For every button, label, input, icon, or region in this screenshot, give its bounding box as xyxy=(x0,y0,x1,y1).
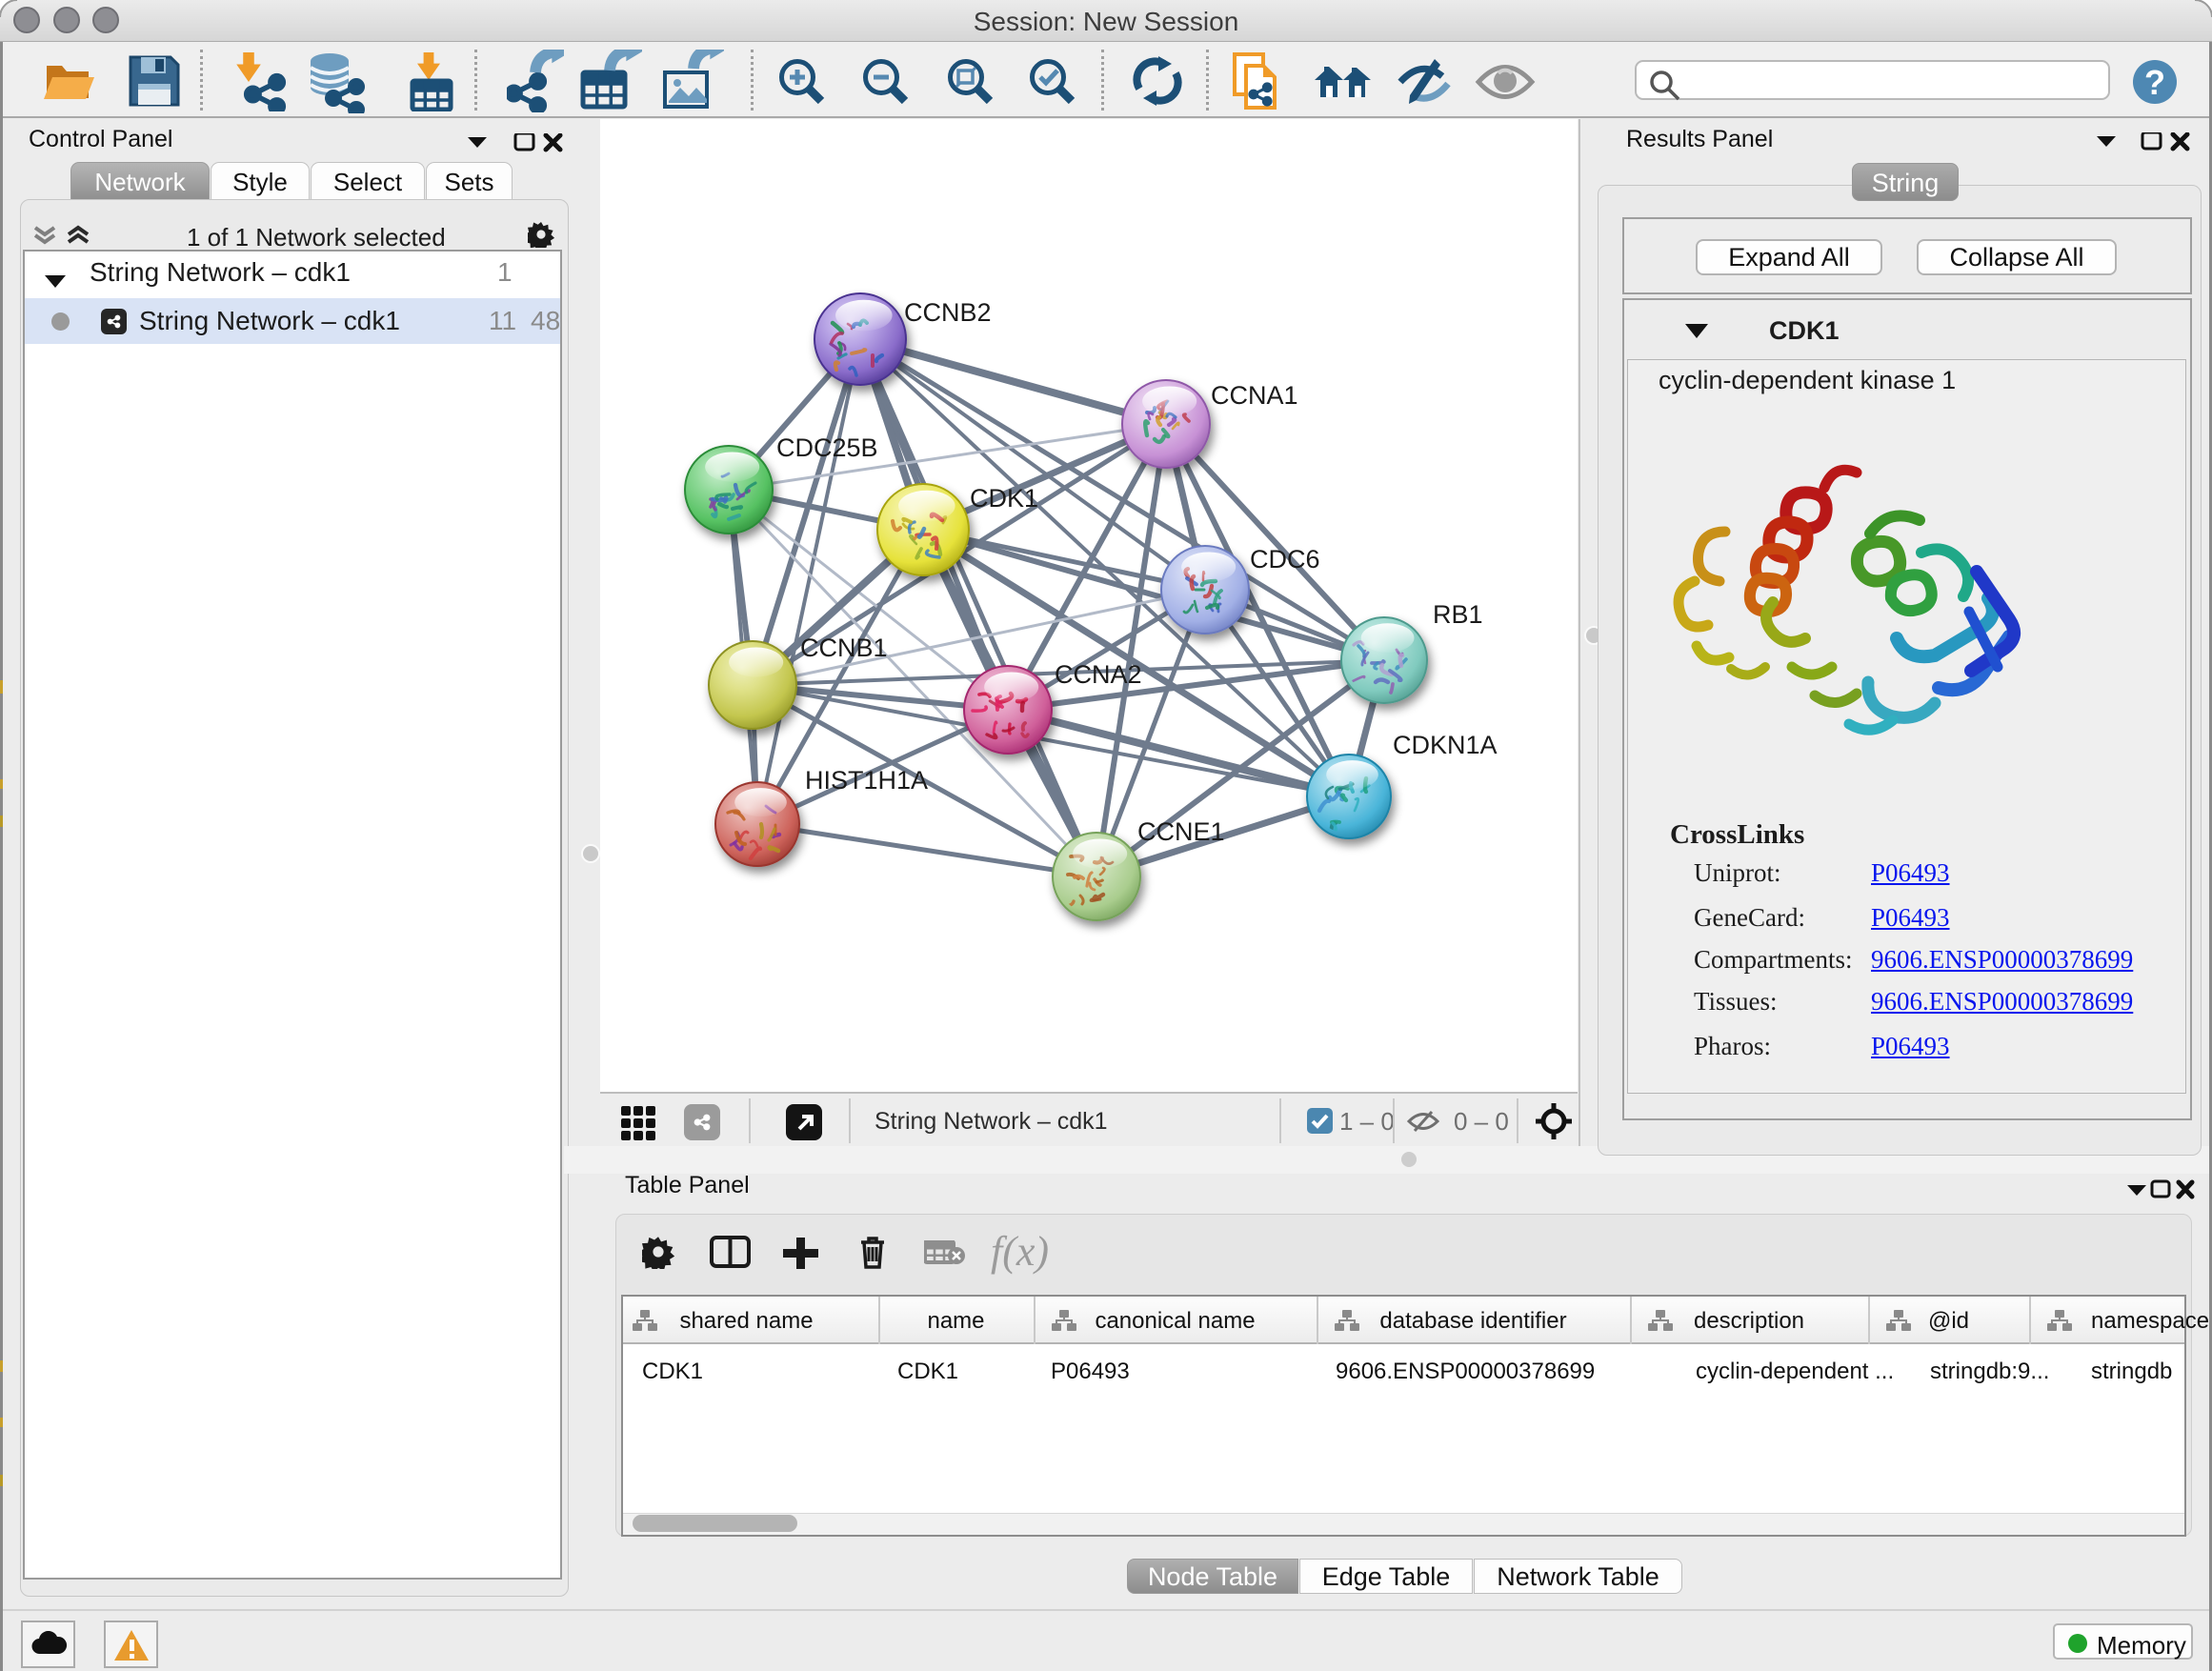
svg-text:HIST1H1A: HIST1H1A xyxy=(805,766,928,795)
svg-text:CDK1: CDK1 xyxy=(970,484,1038,513)
svg-text:CCNB1: CCNB1 xyxy=(800,634,888,662)
svg-text:CDC6: CDC6 xyxy=(1250,545,1320,574)
svg-text:CDC25B: CDC25B xyxy=(776,433,878,462)
svg-text:CCNB2: CCNB2 xyxy=(904,298,992,327)
svg-text:CCNA2: CCNA2 xyxy=(1055,660,1142,689)
svg-text:RB1: RB1 xyxy=(1433,600,1483,629)
svg-text:CDKN1A: CDKN1A xyxy=(1393,731,1498,759)
svg-text:CCNA1: CCNA1 xyxy=(1211,381,1298,410)
svg-text:CCNE1: CCNE1 xyxy=(1137,817,1225,846)
